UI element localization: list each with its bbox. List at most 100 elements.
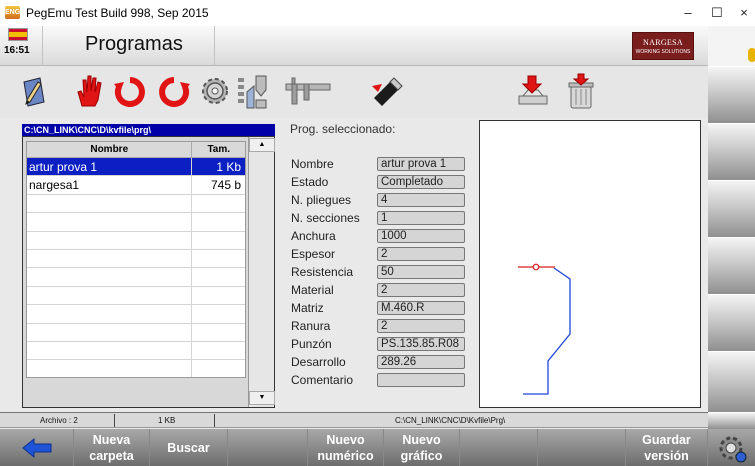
button-label: Nuevo [326,432,365,447]
file-size [192,232,245,249]
brand-logo: NARGESA WORKING SOLUTIONS [632,32,694,60]
value-anchura: 1000 [377,229,465,243]
folder-path: C:\CN_LINK\CNC\D\kvfile\prg\ [22,124,275,136]
import-icon[interactable] [516,72,550,110]
value-material: 2 [377,283,465,297]
table-row[interactable]: nargesa1 745 b [27,176,245,195]
toolbar [0,66,708,118]
table-row[interactable] [27,194,245,214]
nuevo-numerico-button[interactable]: Nuevo numérico [308,429,384,466]
table-row[interactable]: artur prova 1 1 Kb [27,158,245,177]
side-key-6[interactable] [708,351,755,412]
tooling-icon[interactable] [236,72,272,110]
file-size: 1 Kb [216,160,241,174]
file-name: nargesa1 [27,176,193,194]
button-label: Guardar [642,432,691,447]
label-anchura: Anchura [291,229,336,243]
pencil-icon[interactable] [18,72,50,110]
maximize-button[interactable]: ☐ [703,3,731,23]
empty-function-button[interactable] [538,429,626,466]
header-right-panel [708,26,755,66]
buscar-button[interactable]: Buscar [150,429,228,466]
status-divider [214,414,215,427]
side-key-1[interactable] [708,66,755,123]
value-pliegues: 4 [377,193,465,207]
profile-marker-point [532,263,540,271]
usb-icon[interactable] [368,72,404,110]
header-divider [42,26,43,66]
table-header: Nombre Tam. [27,142,245,158]
table-row[interactable] [27,323,245,342]
minimize-button[interactable]: – [674,3,702,23]
brand-tagline: WORKING SOLUTIONS [635,49,691,55]
table-row[interactable] [27,268,245,287]
profile-line [523,267,571,395]
file-name [27,249,193,268]
back-button[interactable] [0,429,74,466]
value-comentario [377,373,465,387]
status-indicator-icon [748,48,755,62]
vertical-scrollbar[interactable]: ▲ ▼ [248,137,275,407]
refresh-cw-icon[interactable] [112,72,148,110]
table-row[interactable] [27,249,245,269]
label-nombre: Nombre [291,157,334,171]
side-key-3[interactable] [708,180,755,237]
trash-icon[interactable] [564,72,598,110]
guardar-version-button[interactable]: Guardar versión [626,429,708,466]
side-key-7[interactable] [708,412,755,429]
table-row[interactable] [27,286,245,306]
side-key-2[interactable] [708,123,755,180]
label-desarrollo: Desarrollo [291,355,346,369]
hand-icon[interactable] [73,72,105,110]
application-window: ENG PegEmu Test Build 998, Sep 2015 – ☐ … [0,0,755,466]
table-row[interactable] [27,360,245,377]
scroll-up-icon[interactable]: ▲ [249,138,275,152]
file-name: artur prova 1 [27,158,193,176]
brand-name: NARGESA [643,38,683,47]
table-row[interactable] [27,231,245,250]
header: 16:51 Programas NARGESA WORKING SOLUTION… [0,26,708,66]
table-row[interactable] [27,213,245,232]
side-key-4[interactable] [708,237,755,294]
scroll-down-icon[interactable]: ▼ [249,391,275,405]
file-size [192,342,245,359]
settings-button[interactable] [708,429,755,466]
label-secciones: N. secciones [291,211,360,225]
file-name [27,341,193,360]
nueva-carpeta-button[interactable]: Nueva carpeta [74,429,150,466]
profile-drawing [518,263,571,395]
empty-function-button[interactable] [460,429,538,466]
clock: 16:51 [4,45,30,56]
label-espesor: Espesor [291,247,336,261]
button-label: Buscar [167,440,210,455]
column-header-size[interactable]: Tam. [192,142,245,157]
value-estado: Completado [377,175,465,189]
label-ranura: Ranura [291,319,331,333]
nuevo-grafico-button[interactable]: Nuevo gráfico [384,429,460,466]
close-button[interactable]: × [730,3,755,23]
button-label: Nueva [92,432,131,447]
button-label: Nuevo [402,432,441,447]
empty-function-button[interactable] [228,429,308,466]
file-name [27,194,193,213]
column-header-name[interactable]: Nombre [27,142,193,157]
button-label: gráfico [400,448,443,463]
gear-icon[interactable] [198,72,232,110]
title-bar: ENG PegEmu Test Build 998, Sep 2015 – ☐ … [0,0,755,26]
table-row[interactable] [27,341,245,361]
function-bar: Nueva carpeta Buscar Nuevo numérico Nuevo g… [0,429,755,466]
button-label: versión [644,448,689,463]
file-name [27,213,193,231]
side-key-5[interactable] [708,294,755,351]
selected-program-title: Prog. seleccionado: [290,122,396,136]
caliper-icon[interactable] [282,72,334,110]
status-path: C:\CN_LINK\CNC\D\Kvfile\Prg\ [395,416,506,425]
value-secciones: 1 [377,211,465,225]
file-name [27,231,193,249]
file-name [27,323,193,341]
language-flag-icon[interactable] [8,28,28,41]
label-matriz: Matriz [291,301,324,315]
refresh-ccw-icon[interactable] [156,72,192,110]
table-row[interactable] [27,305,245,324]
status-file-count: Archivo : 2 [40,416,78,425]
